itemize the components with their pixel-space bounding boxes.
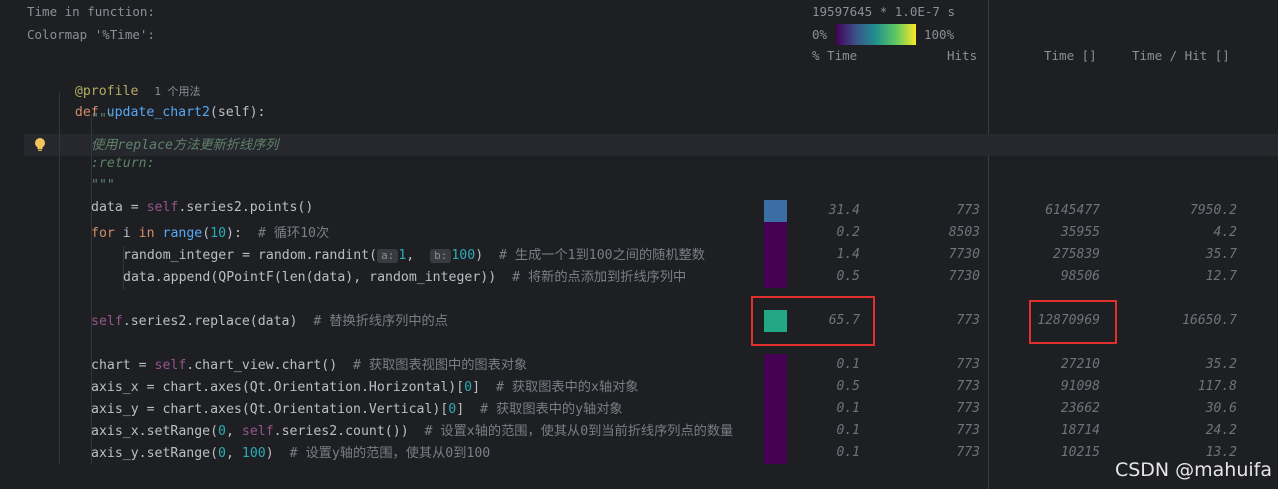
- docstring-close: """: [91, 178, 115, 193]
- highlight-box-time: [1029, 300, 1117, 344]
- stat-time: 35955: [1060, 225, 1100, 240]
- stat-per-hit: 7950.2: [1190, 203, 1237, 218]
- docstring-return: :return:: [91, 156, 155, 171]
- code-line-1: data = self.series2.points(): [91, 200, 314, 215]
- stat-hits: 773: [956, 313, 980, 328]
- stat-hits: 773: [956, 445, 980, 460]
- col-header-pct-time: % Time: [812, 48, 858, 63]
- stat-hits: 773: [956, 423, 980, 438]
- stat-pct: 0.1: [836, 445, 860, 460]
- stat-pct: 0.1: [836, 423, 860, 438]
- stat-time: 27210: [1060, 357, 1100, 372]
- stat-time: 275839: [1053, 247, 1100, 262]
- code-line-4: data.append(QPointF(len(data), random_in…: [123, 270, 687, 285]
- stat-hits: 773: [956, 379, 980, 394]
- column-divider: [988, 0, 989, 489]
- stat-per-hit: 12.7: [1205, 269, 1237, 284]
- code-line-9: axis_x.setRange(0, self.series2.count())…: [91, 424, 734, 439]
- stat-pct: 31.4: [828, 203, 860, 218]
- colormap-label: Colormap '%Time':: [27, 27, 155, 42]
- stat-hits: 773: [956, 357, 980, 372]
- param-hint-b: b:: [430, 249, 452, 263]
- stat-time: 18714: [1060, 423, 1100, 438]
- stat-hits: 8503: [948, 225, 980, 240]
- stat-pct: 0.5: [836, 269, 860, 284]
- stat-pct: 1.4: [836, 247, 860, 262]
- param-hint-a: a:: [377, 249, 399, 263]
- colormap-max: 100%: [924, 27, 955, 42]
- code-line-10: axis_y.setRange(0, 100) # 设置y轴的范围，使其从0到1…: [91, 446, 491, 461]
- stat-time: 91098: [1060, 379, 1100, 394]
- col-header-time: Time []: [1044, 48, 1097, 63]
- stat-per-hit: 35.7: [1205, 247, 1237, 262]
- docstring-open: """: [91, 112, 115, 127]
- lightbulb-icon[interactable]: [34, 137, 46, 153]
- stat-per-hit: 24.2: [1205, 423, 1237, 438]
- code-line-8: axis_y = chart.axes(Qt.Orientation.Verti…: [91, 402, 623, 417]
- indent-guide: [59, 92, 60, 464]
- col-header-hits: Hits: [947, 48, 978, 63]
- code-line-7: axis_x = chart.axes(Qt.Orientation.Horiz…: [91, 380, 639, 395]
- stat-time: 10215: [1060, 445, 1100, 460]
- colormap-gradient: [836, 24, 916, 45]
- stat-time: 98506: [1060, 269, 1100, 284]
- watermark: CSDN @mahuifa: [1114, 459, 1272, 481]
- stat-per-hit: 35.2: [1205, 357, 1237, 372]
- stat-hits: 7730: [948, 247, 980, 262]
- time-in-function-label: Time in function:: [27, 4, 155, 19]
- function-params: (self):: [209, 105, 266, 120]
- code-line-2: for i in range(10): # 循环10次: [91, 226, 330, 241]
- stat-per-hit: 30.6: [1205, 401, 1237, 416]
- highlight-box-pct: [751, 296, 875, 346]
- docstring-line: 使用replace方法更新折线序列: [91, 138, 279, 153]
- stat-pct: 0.2: [836, 225, 860, 240]
- function-name[interactable]: update_chart2: [107, 105, 210, 120]
- code-line-3: random_integer = random.randint(a: 1, b: 1…: [123, 248, 705, 263]
- code-line-5: self.series2.replace(data) # 替换折线序列中的点: [91, 314, 448, 329]
- stat-pct: 0.5: [836, 379, 860, 394]
- stat-time: 23662: [1060, 401, 1100, 416]
- stat-per-hit: 4.2: [1213, 225, 1237, 240]
- stat-hits: 773: [956, 203, 980, 218]
- stat-pct: 0.1: [836, 357, 860, 372]
- stat-per-hit: 16650.7: [1182, 313, 1237, 328]
- stat-per-hit: 117.8: [1197, 379, 1237, 394]
- stat-pct: 0.1: [836, 401, 860, 416]
- colormap-min: 0%: [812, 27, 828, 42]
- code-line-6: chart = self.chart_view.chart() # 获取图表视图…: [91, 358, 528, 373]
- stat-hits: 773: [956, 401, 980, 416]
- col-header-time-per-hit: Time / Hit []: [1132, 48, 1230, 63]
- def-line: def update_chart2(self):: [59, 90, 266, 120]
- stat-time: 6145477: [1045, 203, 1100, 218]
- stat-hits: 7730: [948, 269, 980, 284]
- time-in-function-value: 19597645 * 1.0E-7 s: [812, 4, 955, 19]
